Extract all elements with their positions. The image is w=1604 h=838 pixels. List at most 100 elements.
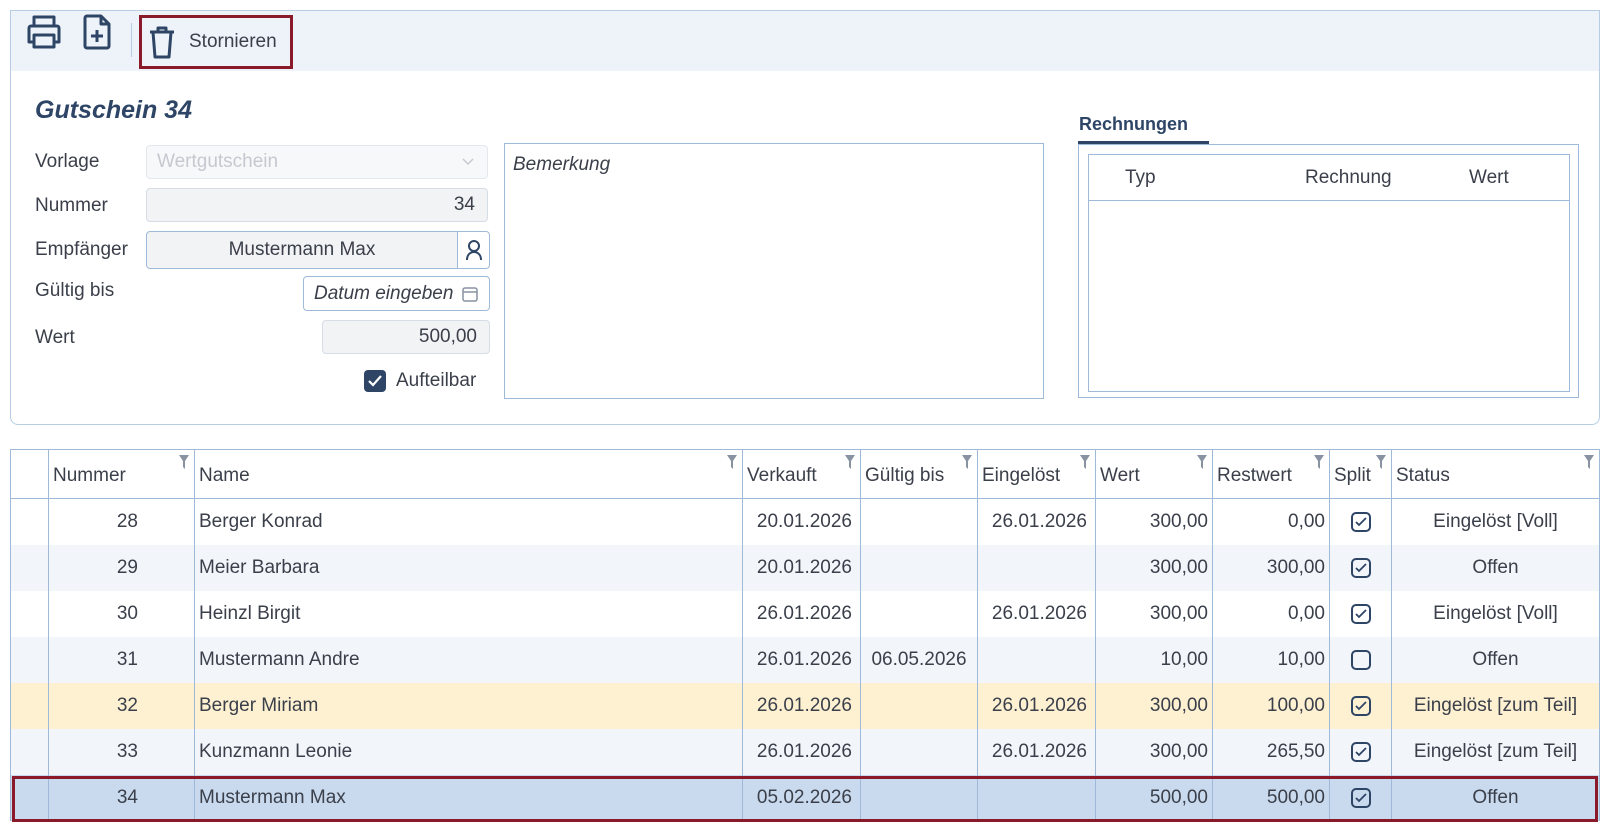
cell-name: Kunzmann Leonie (194, 729, 742, 775)
unchecked-box-icon (1350, 650, 1371, 670)
filter-icon[interactable] (178, 454, 190, 475)
table-row[interactable]: 34 Mustermann Max 05.02.2026 500,00 500,00 Of… (11, 775, 1599, 821)
table-row[interactable]: 33 Kunzmann Leonie 26.01.2026 26.01.2026 300… (11, 729, 1599, 775)
cell-eingeloest (977, 545, 1095, 591)
user-icon (465, 240, 482, 261)
checked-box-icon (1350, 558, 1371, 578)
table-row[interactable]: 30 Heinzl Birgit 26.01.2026 26.01.2026 300,0… (11, 591, 1599, 637)
row-selector[interactable] (11, 499, 48, 545)
cancel-label: Stornieren (189, 31, 277, 52)
page-title: Gutschein 34 (35, 96, 192, 124)
cell-status: Eingelöst [zum Teil] (1391, 729, 1599, 775)
header-wert[interactable]: Wert (1095, 450, 1212, 498)
checked-box-icon (1350, 512, 1371, 532)
aufteilbar-checkbox[interactable] (364, 370, 386, 392)
cell-verkauft: 26.01.2026 (742, 591, 860, 637)
cell-wert: 300,00 (1095, 683, 1212, 729)
filter-icon[interactable] (1196, 454, 1208, 475)
cell-restwert: 300,00 (1212, 545, 1329, 591)
cell-status: Eingelöst [zum Teil] (1391, 683, 1599, 729)
cell-gueltig-bis (860, 683, 977, 729)
cell-split (1329, 729, 1391, 775)
header-eingeloest[interactable]: Eingelöst (977, 450, 1095, 498)
cell-status: Eingelöst [Voll] (1391, 499, 1599, 545)
cancel-button[interactable]: Stornieren (139, 15, 293, 69)
header-restwert[interactable]: Restwert (1212, 450, 1329, 498)
header-label: Name (199, 465, 250, 486)
cell-verkauft: 26.01.2026 (742, 729, 860, 775)
row-selector[interactable] (11, 775, 48, 821)
grid-body: 28 Berger Konrad 20.01.2026 26.01.2026 300,0… (11, 499, 1599, 821)
cell-wert: 10,00 (1095, 637, 1212, 683)
cell-verkauft: 20.01.2026 (742, 499, 860, 545)
row-selector[interactable] (11, 637, 48, 683)
cell-name: Meier Barbara (194, 545, 742, 591)
cell-split (1329, 637, 1391, 683)
filter-icon[interactable] (1313, 454, 1325, 475)
row-selector[interactable] (11, 729, 48, 775)
col-typ[interactable]: Typ (1125, 167, 1156, 189)
bemerkung-placeholder: Bemerkung (513, 154, 611, 175)
cell-nummer: 31 (48, 637, 194, 683)
cell-name: Mustermann Andre (194, 637, 742, 683)
cell-eingeloest: 26.01.2026 (977, 683, 1095, 729)
chevron-down-icon (462, 158, 474, 166)
select-recipient-button[interactable] (458, 231, 490, 269)
filter-icon[interactable] (961, 454, 973, 475)
filter-icon[interactable] (1375, 454, 1387, 475)
wert-field[interactable]: 500,00 (322, 320, 490, 354)
table-row[interactable]: 29 Meier Barbara 20.01.2026 300,00 300,00 Off… (11, 545, 1599, 591)
header-split[interactable]: Split (1329, 450, 1391, 498)
cell-split (1329, 499, 1391, 545)
header-gueltig-bis[interactable]: Gültig bis (860, 450, 977, 498)
col-rechnung[interactable]: Rechnung (1305, 167, 1392, 189)
cell-gueltig-bis (860, 775, 977, 821)
printer-icon (27, 15, 61, 49)
table-row[interactable]: 28 Berger Konrad 20.01.2026 26.01.2026 300,0… (11, 499, 1599, 545)
filter-icon[interactable] (1583, 454, 1595, 475)
col-wert[interactable]: Wert (1469, 167, 1509, 189)
cell-nummer: 32 (48, 683, 194, 729)
cell-wert: 300,00 (1095, 499, 1212, 545)
bemerkung-textarea[interactable]: Bemerkung (504, 143, 1044, 399)
header-status[interactable]: Status (1391, 450, 1599, 498)
table-row[interactable]: 32 Berger Miriam 26.01.2026 26.01.2026 300,0… (11, 683, 1599, 729)
trash-icon (150, 26, 174, 59)
filter-icon[interactable] (726, 454, 738, 475)
cell-status: Offen (1391, 545, 1599, 591)
vorlage-value: Wertgutschein (157, 151, 279, 172)
cell-name: Berger Konrad (194, 499, 742, 545)
cell-nummer: 29 (48, 545, 194, 591)
row-selector[interactable] (11, 591, 48, 637)
cell-wert: 500,00 (1095, 775, 1212, 821)
header-name[interactable]: Name (194, 450, 742, 498)
cell-eingeloest: 26.01.2026 (977, 729, 1095, 775)
empfaenger-field[interactable]: Mustermann Max (146, 231, 458, 269)
header-label: Split (1334, 465, 1371, 486)
cell-split (1329, 683, 1391, 729)
nummer-field[interactable]: 34 (146, 188, 488, 222)
cell-eingeloest (977, 775, 1095, 821)
cell-split (1329, 591, 1391, 637)
tab-rechnungen[interactable]: Rechnungen (1079, 114, 1188, 135)
table-row[interactable]: 31 Mustermann Andre 26.01.2026 06.05.2026 10… (11, 637, 1599, 683)
row-selector[interactable] (11, 545, 48, 591)
print-button[interactable] (24, 12, 64, 52)
cell-gueltig-bis (860, 499, 977, 545)
header-verkauft[interactable]: Verkauft (742, 450, 860, 498)
header-nummer[interactable]: Nummer (48, 450, 194, 498)
cell-verkauft: 26.01.2026 (742, 683, 860, 729)
row-selector[interactable] (11, 683, 48, 729)
filter-icon[interactable] (844, 454, 856, 475)
vorlage-select[interactable]: Wertgutschein (146, 145, 488, 179)
filter-icon[interactable] (1079, 454, 1091, 475)
new-document-button[interactable] (78, 12, 118, 52)
wert-label: Wert (35, 327, 75, 348)
cell-verkauft: 20.01.2026 (742, 545, 860, 591)
gueltig-date-input[interactable]: Datum eingeben (303, 276, 490, 311)
header-label: Restwert (1217, 465, 1292, 486)
cell-name: Mustermann Max (194, 775, 742, 821)
cell-verkauft: 26.01.2026 (742, 637, 860, 683)
cell-name: Heinzl Birgit (194, 591, 742, 637)
header-label: Verkauft (747, 465, 817, 486)
